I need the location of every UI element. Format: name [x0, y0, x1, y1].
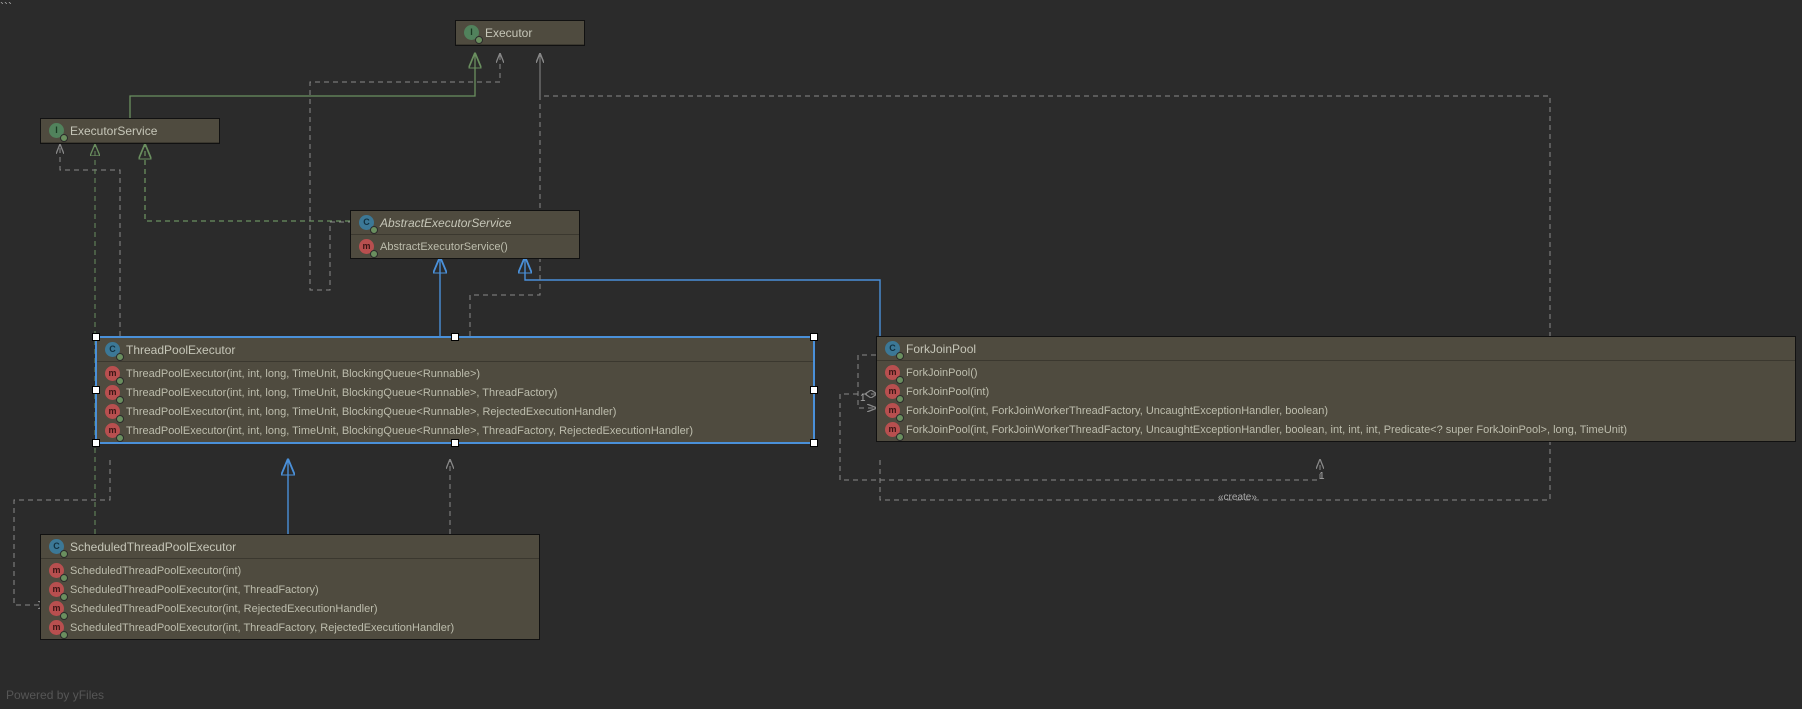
powered-by-label: Powered by yFiles	[6, 688, 104, 702]
interface-icon: I	[49, 123, 64, 138]
create-label: «create»	[1218, 492, 1257, 503]
method-icon: m	[49, 620, 64, 635]
method-icon: m	[105, 404, 120, 419]
member-row: m ForkJoinPool()	[881, 363, 1791, 382]
selection-handle[interactable]	[92, 333, 100, 341]
node-members: m AbstractExecutorService()	[351, 235, 579, 258]
interface-icon: I	[464, 25, 479, 40]
node-fork-join-pool[interactable]: C ForkJoinPool m ForkJoinPool() m ForkJo…	[876, 336, 1796, 442]
member-row: m ScheduledThreadPoolExecutor(int, Threa…	[45, 580, 535, 599]
class-name: Executor	[485, 26, 532, 40]
method-icon: m	[105, 366, 120, 381]
method-icon: m	[885, 422, 900, 437]
method-icon: m	[49, 601, 64, 616]
node-executor[interactable]: I Executor	[455, 20, 585, 46]
member-row: m ThreadPoolExecutor(int, int, long, Tim…	[101, 402, 809, 421]
member-row: m ScheduledThreadPoolExecutor(int, Rejec…	[45, 599, 535, 618]
member-row: m ForkJoinPool(int, ForkJoinWorkerThread…	[881, 420, 1791, 439]
selection-handle[interactable]	[451, 439, 459, 447]
class-name: ScheduledThreadPoolExecutor	[70, 540, 236, 554]
selection-handle[interactable]	[92, 386, 100, 394]
member-row: m ThreadPoolExecutor(int, int, long, Tim…	[101, 383, 809, 402]
method-icon: m	[105, 385, 120, 400]
node-members: m ForkJoinPool() m ForkJoinPool(int) m F…	[877, 361, 1795, 441]
member-row: m ThreadPoolExecutor(int, int, long, Tim…	[101, 364, 809, 383]
member-row: m ForkJoinPool(int, ForkJoinWorkerThread…	[881, 401, 1791, 420]
member-row: m ThreadPoolExecutor(int, int, long, Tim…	[101, 421, 809, 440]
selection-handle[interactable]	[451, 333, 459, 341]
method-icon: m	[49, 563, 64, 578]
member-row: m ScheduledThreadPoolExecutor(int)	[45, 561, 535, 580]
method-icon: m	[359, 239, 374, 254]
method-icon: m	[885, 384, 900, 399]
member-row: m ForkJoinPool(int)	[881, 382, 1791, 401]
selection-handle[interactable]	[810, 439, 818, 447]
multiplicity-one-b: 1	[1319, 471, 1325, 482]
diagram-canvas[interactable]: «create» 1 1 I Executor I ExecutorServic…	[0, 0, 1802, 709]
class-icon: C	[105, 342, 120, 357]
node-executor-service[interactable]: I ExecutorService	[40, 118, 220, 144]
method-icon: m	[885, 403, 900, 418]
member-row: m ScheduledThreadPoolExecutor(int, Threa…	[45, 618, 535, 637]
node-abstract-executor-service[interactable]: C AbstractExecutorService m AbstractExec…	[350, 210, 580, 259]
method-icon: m	[49, 582, 64, 597]
class-icon: C	[359, 215, 374, 230]
method-icon: m	[885, 365, 900, 380]
selection-handle[interactable]	[810, 333, 818, 341]
class-icon: C	[49, 539, 64, 554]
class-name: ForkJoinPool	[906, 342, 976, 356]
selection-handle[interactable]	[810, 386, 818, 394]
class-name: AbstractExecutorService	[380, 216, 511, 230]
class-icon: C	[885, 341, 900, 356]
method-icon: m	[105, 423, 120, 438]
node-scheduled-thread-pool-executor[interactable]: C ScheduledThreadPoolExecutor m Schedule…	[40, 534, 540, 640]
member-row: m AbstractExecutorService()	[355, 237, 575, 256]
class-name: ThreadPoolExecutor	[126, 343, 235, 357]
node-thread-pool-executor[interactable]: C ThreadPoolExecutor m ThreadPoolExecuto…	[95, 336, 815, 444]
node-members: m ScheduledThreadPoolExecutor(int) m Sch…	[41, 559, 539, 639]
node-members: m ThreadPoolExecutor(int, int, long, Tim…	[97, 362, 813, 442]
multiplicity-one-a: 1	[860, 393, 866, 404]
selection-handle[interactable]	[92, 439, 100, 447]
class-name: ExecutorService	[70, 124, 157, 138]
